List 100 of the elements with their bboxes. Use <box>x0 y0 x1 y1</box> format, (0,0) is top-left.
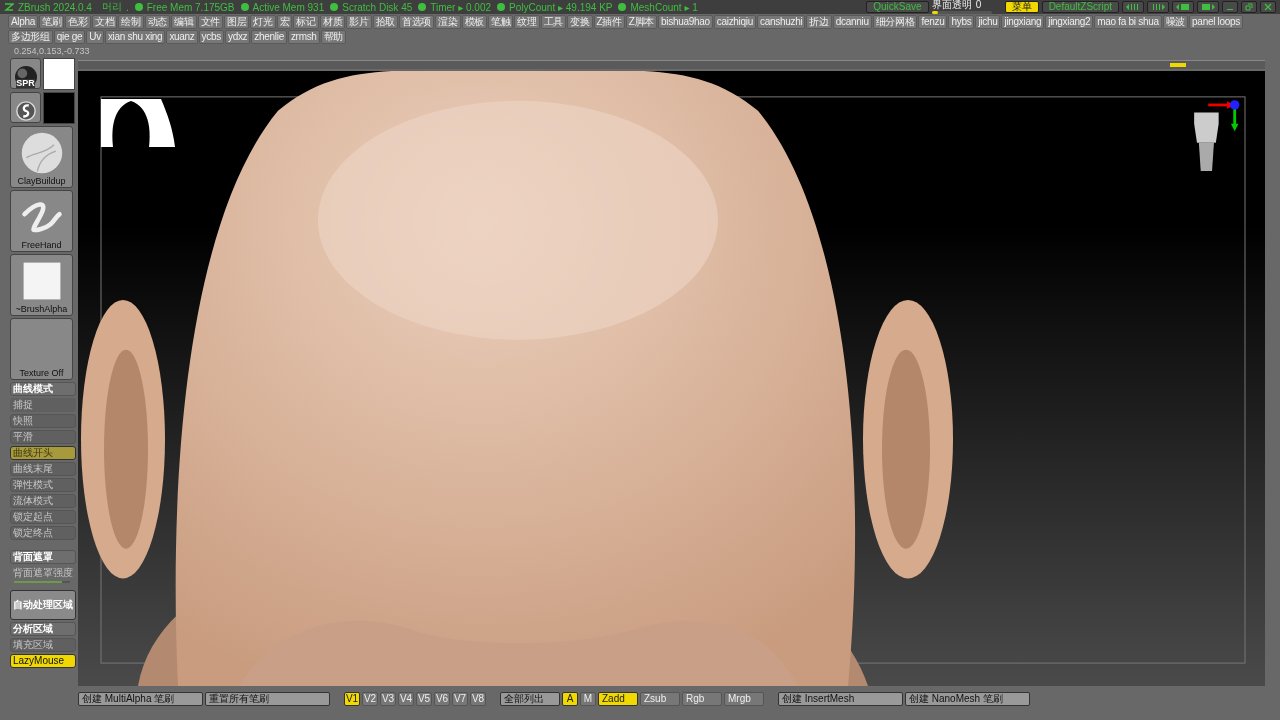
palette-left-icon[interactable] <box>1172 1 1194 13</box>
menu-item[interactable]: bishua9hao <box>658 14 713 29</box>
status-dot-icon <box>330 3 339 11</box>
status-dot-icon <box>134 3 143 11</box>
toolbar-button[interactable]: V7 <box>452 691 468 706</box>
menu-item[interactable]: 影片 <box>346 14 372 29</box>
status-dot-icon <box>618 3 627 11</box>
menu-item[interactable]: 细分网格 <box>872 14 918 29</box>
menu-item[interactable]: 多边形组 <box>8 29 53 44</box>
menu-item[interactable]: 灯光 <box>250 14 276 29</box>
script-button[interactable]: DefaultZScript <box>1041 1 1119 13</box>
menu-item[interactable]: 工具 <box>540 14 567 29</box>
toolbar-button[interactable]: V3 <box>380 691 396 706</box>
restore-icon[interactable] <box>1241 1 1257 13</box>
panel-toggle[interactable]: 分析区域 <box>10 621 76 636</box>
menu-item[interactable]: 绘制 <box>118 14 144 29</box>
panel-toggle[interactable]: LazyMouse <box>10 653 76 668</box>
menu-item[interactable]: 折边 <box>806 14 832 29</box>
alpha-button[interactable]: ~BrushAlpha <box>10 253 73 316</box>
menu-item[interactable]: Alpha <box>8 14 39 29</box>
menu-item[interactable]: caizhiqiu <box>713 14 756 29</box>
menu-item[interactable]: xuanz <box>166 29 198 44</box>
texture-button[interactable]: Texture Off <box>10 317 73 380</box>
stroke-button[interactable]: FreeHand <box>10 189 73 252</box>
toolbar-button[interactable]: Zsub <box>640 691 680 706</box>
status-dot-icon <box>497 3 506 11</box>
menu-item[interactable]: hybs <box>948 14 975 29</box>
toolbar-button[interactable]: V5 <box>416 691 432 706</box>
status-stat: Active Mem 931 <box>252 1 325 13</box>
menu-item[interactable]: 首选项 <box>399 14 435 29</box>
menu-item[interactable]: mao fa bi shua <box>1094 14 1162 29</box>
brush-button[interactable]: ClayBuildup <box>10 125 73 188</box>
menu-item[interactable]: qie ge <box>53 29 86 44</box>
toolbar-button[interactable]: 重置所有笔刷 <box>205 691 330 706</box>
toolbar-button[interactable]: Rgb <box>682 691 722 706</box>
toolbar-button[interactable]: A <box>562 691 578 706</box>
stroke-type-symbol-icon <box>14 99 37 122</box>
toolbar-button[interactable]: 全部列出 <box>500 691 560 706</box>
scroll-right-icon[interactable] <box>1147 1 1169 13</box>
material-button[interactable]: SPR <box>10 57 41 89</box>
menu-item[interactable]: xian shu xing <box>104 29 166 44</box>
menu-item[interactable]: ycbs <box>198 29 224 44</box>
menu-item[interactable]: 文档 <box>91 14 118 29</box>
menu-item[interactable]: 图层 <box>223 14 250 29</box>
menu-item[interactable]: zhenlie <box>251 29 287 44</box>
ruler-marker <box>1170 62 1186 67</box>
menu-item[interactable]: Z插件 <box>593 14 625 29</box>
menu-item[interactable]: 渲染 <box>435 14 461 29</box>
menu-item[interactable]: 帮助 <box>320 29 347 44</box>
menu-item[interactable]: 标记 <box>293 14 319 29</box>
toolbar-button[interactable]: V1 <box>344 691 360 706</box>
panel-toggle[interactable]: 自动处理区域 <box>10 589 76 620</box>
menu-item[interactable]: 动态 <box>144 14 171 29</box>
toolbar-button[interactable]: Zadd <box>598 691 638 706</box>
color-swatch[interactable] <box>43 91 75 124</box>
menu-item[interactable]: 笔刷 <box>39 14 65 29</box>
toolbar-button[interactable]: V4 <box>398 691 414 706</box>
menu-item[interactable]: zrmsh <box>287 29 320 44</box>
menu-item[interactable]: canshuzhi <box>757 14 806 29</box>
minimize-icon[interactable] <box>1222 1 1238 13</box>
panel-toggle[interactable]: 曲线模式 <box>10 381 76 396</box>
menu-item[interactable]: ydxz <box>224 29 251 44</box>
menu-item[interactable]: Z脚本 <box>625 14 658 29</box>
close-icon[interactable] <box>1260 1 1276 13</box>
transparency-slider[interactable]: 界面透明 0 <box>931 0 1002 14</box>
menu-item[interactable]: 宏 <box>276 14 293 29</box>
status-stat: Timer ▸ 0.002 <box>430 1 492 13</box>
menu-item[interactable]: 模板 <box>461 14 487 29</box>
menu-item[interactable]: Uv <box>86 29 104 44</box>
toolbar-button[interactable]: V2 <box>362 691 378 706</box>
color-swatch[interactable] <box>43 57 75 90</box>
menu-item[interactable]: dcanniu <box>832 14 872 29</box>
menu-item[interactable]: jingxiang <box>1001 14 1045 29</box>
menu-item[interactable]: fenzu <box>918 14 948 29</box>
menu-item[interactable]: 变换 <box>567 14 593 29</box>
toolbar-button[interactable]: V8 <box>470 691 486 706</box>
toolbar-button[interactable]: V6 <box>434 691 450 706</box>
scroll-left-icon[interactable] <box>1122 1 1144 13</box>
panel-toggle[interactable]: 背面遮罩 <box>10 549 76 564</box>
menu-item[interactable]: 笔触 <box>488 14 514 29</box>
menu-item[interactable]: 色彩 <box>65 14 91 29</box>
menu-item[interactable]: 编辑 <box>171 14 197 29</box>
status-dot-icon <box>240 3 249 11</box>
toolbar-button[interactable]: M <box>580 691 596 706</box>
menu-item[interactable]: 拾取 <box>372 14 399 29</box>
stroke-type-icon[interactable] <box>10 91 41 123</box>
menu-button[interactable]: 菜单 <box>1004 1 1039 13</box>
menu-item[interactable]: 噪波 <box>1162 14 1189 29</box>
menu-item[interactable]: jingxiang2 <box>1045 14 1094 29</box>
toolbar-button[interactable]: 创建 NanoMesh 笔刷 <box>905 691 1030 706</box>
toolbar-button[interactable]: 创建 InsertMesh <box>778 691 903 706</box>
menu-item[interactable]: 纹理 <box>514 14 540 29</box>
menu-item[interactable]: panel loops <box>1189 14 1243 29</box>
quicksave-button[interactable]: QuickSave <box>866 1 929 13</box>
palette-right-icon[interactable] <box>1197 1 1219 13</box>
toolbar-button[interactable]: 创建 MultiAlpha 笔刷 <box>78 691 203 706</box>
menu-item[interactable]: 文件 <box>197 14 223 29</box>
toolbar-button[interactable]: Mrgb <box>724 691 764 706</box>
menu-item[interactable]: jichu <box>975 14 1001 29</box>
menu-item[interactable]: 材质 <box>319 14 346 29</box>
